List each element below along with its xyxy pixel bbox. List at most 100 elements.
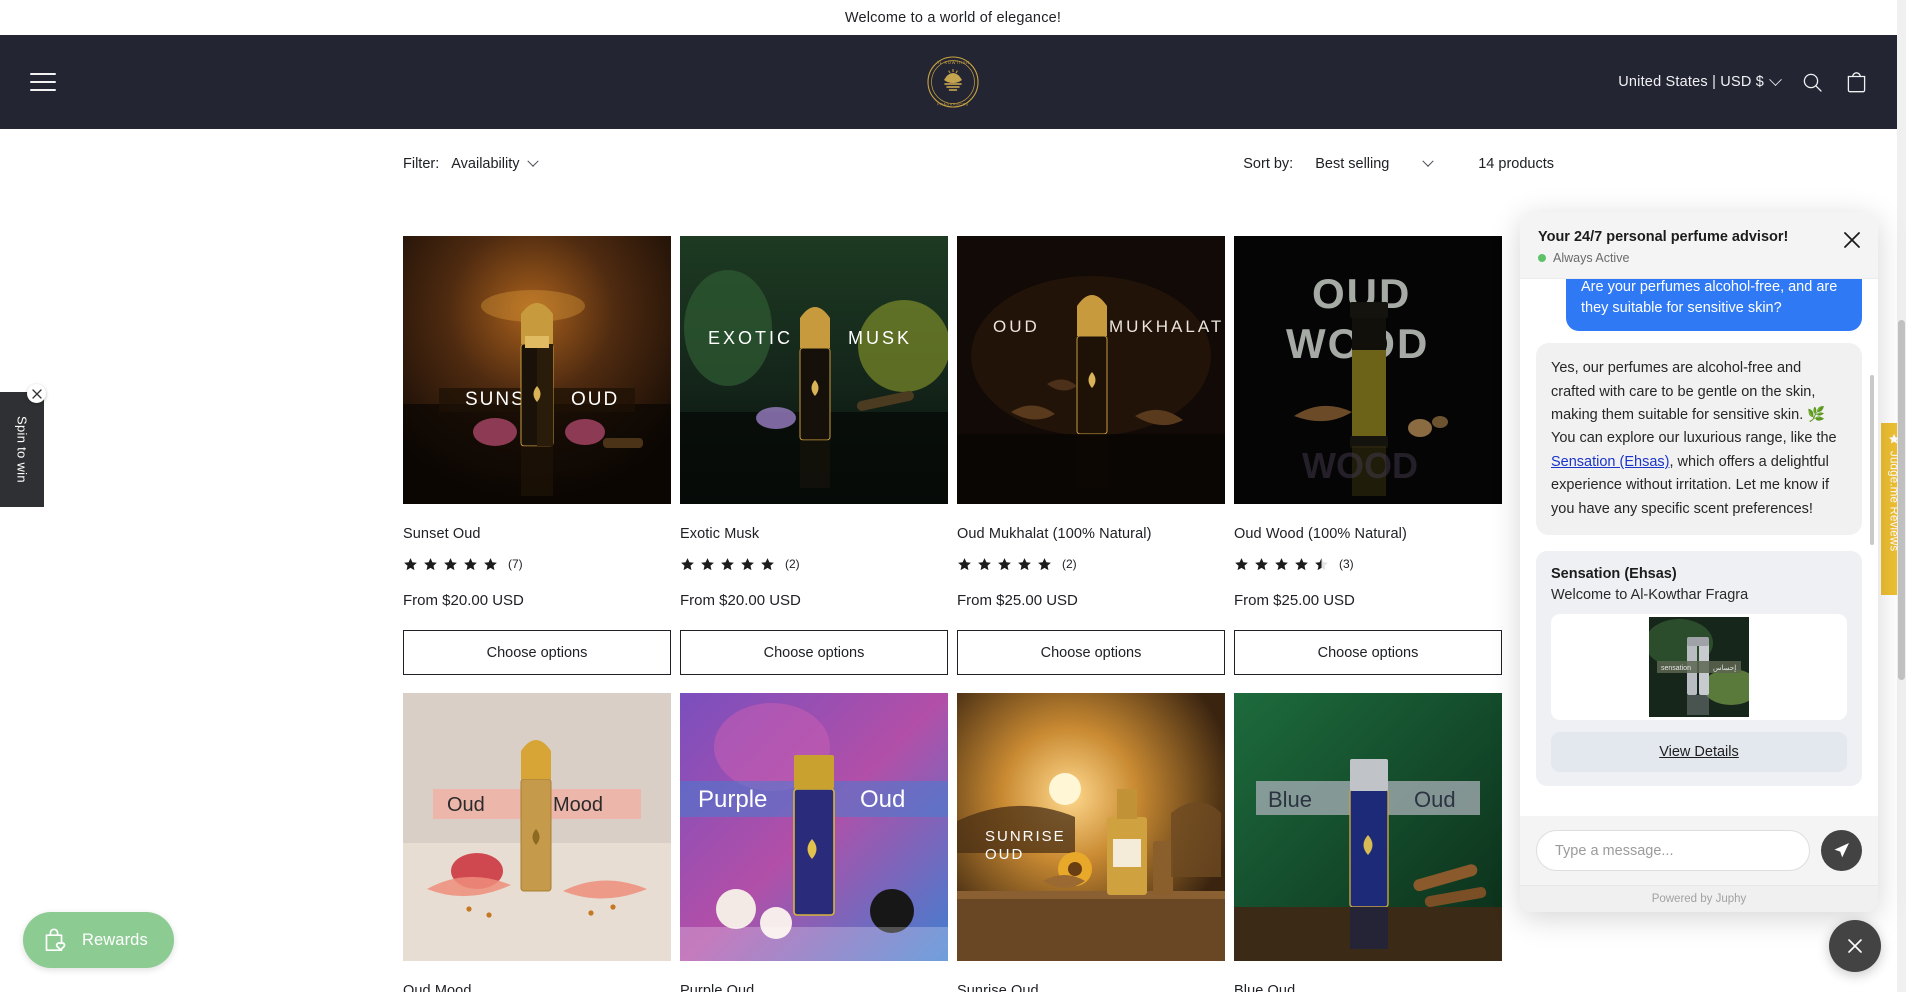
country-currency-selector[interactable]: United States | USD $ bbox=[1608, 66, 1790, 98]
product-price: From $25.00 USD bbox=[957, 592, 1078, 609]
chat-close-icon[interactable] bbox=[1841, 229, 1863, 251]
product-image[interactable]: SUNRISE OUD bbox=[957, 693, 1225, 961]
view-details-button[interactable]: View Details bbox=[1551, 732, 1847, 773]
star-icon bbox=[998, 557, 1011, 570]
product-rating: (7) bbox=[403, 556, 671, 572]
spin-to-win-close-icon[interactable] bbox=[27, 384, 46, 403]
svg-text:SUNRISE: SUNRISE bbox=[985, 828, 1066, 845]
chat-messages[interactable]: Are your perfumes alcohol-free, and are … bbox=[1520, 279, 1878, 816]
star-icon bbox=[464, 557, 477, 570]
search-icon[interactable] bbox=[1790, 60, 1834, 104]
product-image[interactable]: Blue Oud bbox=[1234, 693, 1502, 961]
chevron-down-icon bbox=[1769, 72, 1782, 86]
spin-to-win-tab[interactable]: Spin to win bbox=[0, 392, 44, 507]
svg-text:MUSK: MUSK bbox=[848, 328, 912, 348]
availability-filter-value: Availability bbox=[451, 156, 520, 172]
star-icon bbox=[741, 557, 754, 570]
product-image[interactable]: EXOTIC MUSK bbox=[680, 236, 948, 504]
review-count: (3) bbox=[1339, 557, 1354, 571]
chat-message-input[interactable] bbox=[1536, 830, 1810, 871]
product-card[interactable]: SUNSET OUD Sunset Oud (7) From $20.00 US… bbox=[403, 236, 671, 675]
star-icon bbox=[958, 557, 971, 570]
svg-text:Mood: Mood bbox=[553, 794, 603, 816]
svg-text:Oud: Oud bbox=[860, 786, 905, 813]
chat-powered-by: Powered by Juphy bbox=[1520, 885, 1878, 912]
product-rating: (2) bbox=[957, 556, 1225, 572]
svg-text:WOOD: WOOD bbox=[1302, 445, 1418, 486]
shopping-bag-icon[interactable] bbox=[1834, 60, 1878, 104]
svg-text:Purple: Purple bbox=[698, 786, 767, 813]
collection-toolbar: Filter: Availability Sort by: Best selli… bbox=[0, 129, 1906, 199]
svg-text:OUD: OUD bbox=[571, 389, 619, 410]
star-icon bbox=[444, 557, 457, 570]
product-title[interactable]: Oud Wood (100% Natural) bbox=[1234, 526, 1502, 542]
star-icon bbox=[701, 557, 714, 570]
sensation-ehsas-link[interactable]: Sensation (Ehsas) bbox=[1551, 454, 1669, 470]
product-title[interactable]: Purple Oud bbox=[680, 983, 948, 992]
star-half-icon bbox=[1315, 557, 1328, 570]
product-image[interactable]: SUNSET OUD bbox=[403, 236, 671, 504]
product-card[interactable]: Blue Oud Blue Oud bbox=[1234, 693, 1502, 992]
sort-select[interactable]: Best selling bbox=[1315, 155, 1434, 172]
product-image[interactable]: Purple Oud bbox=[680, 693, 948, 961]
star-icon bbox=[1255, 557, 1268, 570]
svg-text:EXOTIC: EXOTIC bbox=[708, 328, 793, 348]
close-icon bbox=[1848, 939, 1862, 953]
star-icon bbox=[978, 557, 991, 570]
star-icon bbox=[721, 557, 734, 570]
choose-options-button[interactable]: Choose options bbox=[680, 630, 948, 675]
product-price: From $25.00 USD bbox=[1234, 592, 1355, 609]
site-header: AL-KOWTHAR FRAGRANCES United States | US… bbox=[0, 35, 1906, 129]
product-card[interactable]: SUNRISE OUD Sunrise Oud bbox=[957, 693, 1225, 992]
sort-label: Sort by: bbox=[1243, 156, 1294, 172]
star-rating-stars bbox=[680, 557, 775, 572]
product-title[interactable]: Sunrise Oud bbox=[957, 983, 1225, 992]
announcement-bar: Welcome to a world of elegance! bbox=[0, 0, 1906, 35]
rewards-button[interactable]: Rewards bbox=[23, 912, 174, 968]
page-scrollbar[interactable] bbox=[1897, 0, 1906, 992]
svg-text:Oud: Oud bbox=[1414, 787, 1456, 812]
product-title[interactable]: Blue Oud bbox=[1234, 983, 1502, 992]
product-rating: (2) bbox=[680, 556, 948, 572]
product-card[interactable]: Oud Mood Oud Mood bbox=[403, 693, 671, 992]
product-image[interactable]: OUD MUKHALAT bbox=[957, 236, 1225, 504]
choose-options-button[interactable]: Choose options bbox=[1234, 630, 1502, 675]
product-image[interactable]: OUD WOOD WOOD bbox=[1234, 236, 1502, 504]
chat-product-name: Sensation (Ehsas) bbox=[1551, 566, 1677, 583]
star-icon bbox=[761, 557, 774, 570]
product-title[interactable]: Sunset Oud bbox=[403, 526, 671, 542]
product-card[interactable]: EXOTIC MUSK Exotic Musk (2) From $20.00 … bbox=[680, 236, 948, 675]
product-card[interactable]: Purple Oud Purple Oud bbox=[680, 693, 948, 992]
product-price: From $20.00 USD bbox=[403, 592, 524, 609]
product-card[interactable]: OUD MUKHALAT Oud Mukhalat (100% Natural) bbox=[957, 236, 1225, 675]
product-image[interactable]: Oud Mood bbox=[403, 693, 671, 961]
chat-message-user: Are your perfumes alcohol-free, and are … bbox=[1566, 279, 1862, 332]
star-icon bbox=[681, 557, 694, 570]
svg-text:MUKHALAT: MUKHALAT bbox=[1109, 317, 1224, 336]
product-card[interactable]: OUD WOOD WOOD Oud Wood (100% Natural) bbox=[1234, 236, 1502, 675]
choose-options-button[interactable]: Choose options bbox=[957, 630, 1225, 675]
product-title[interactable]: Oud Mukhalat (100% Natural) bbox=[957, 526, 1225, 542]
sort-value: Best selling bbox=[1315, 156, 1390, 172]
svg-text:Blue: Blue bbox=[1268, 787, 1312, 812]
product-count: 14 products bbox=[1478, 156, 1554, 172]
availability-filter[interactable]: Availability bbox=[451, 155, 539, 172]
chat-composer bbox=[1520, 816, 1878, 885]
review-count: (2) bbox=[1062, 557, 1077, 571]
site-logo[interactable]: AL-KOWTHAR FRAGRANCES bbox=[924, 53, 982, 111]
product-title[interactable]: Oud Mood bbox=[403, 983, 671, 992]
chat-toggle-button[interactable] bbox=[1829, 920, 1881, 972]
review-count: (2) bbox=[785, 557, 800, 571]
choose-options-button[interactable]: Choose options bbox=[403, 630, 671, 675]
hamburger-menu-icon[interactable] bbox=[30, 73, 56, 91]
star-rating-stars bbox=[1234, 557, 1329, 572]
product-title[interactable]: Exotic Musk bbox=[680, 526, 948, 542]
page-scrollbar-thumb[interactable] bbox=[1898, 320, 1905, 680]
filter-group: Filter: Availability bbox=[403, 155, 539, 172]
filter-label: Filter: bbox=[403, 156, 440, 172]
star-rating-stars bbox=[957, 557, 1052, 572]
send-paper-plane-icon[interactable] bbox=[1821, 830, 1862, 871]
svg-text:Oud: Oud bbox=[447, 794, 485, 816]
product-price: From $20.00 USD bbox=[680, 592, 801, 609]
chat-scrollbar-thumb[interactable] bbox=[1870, 375, 1874, 545]
